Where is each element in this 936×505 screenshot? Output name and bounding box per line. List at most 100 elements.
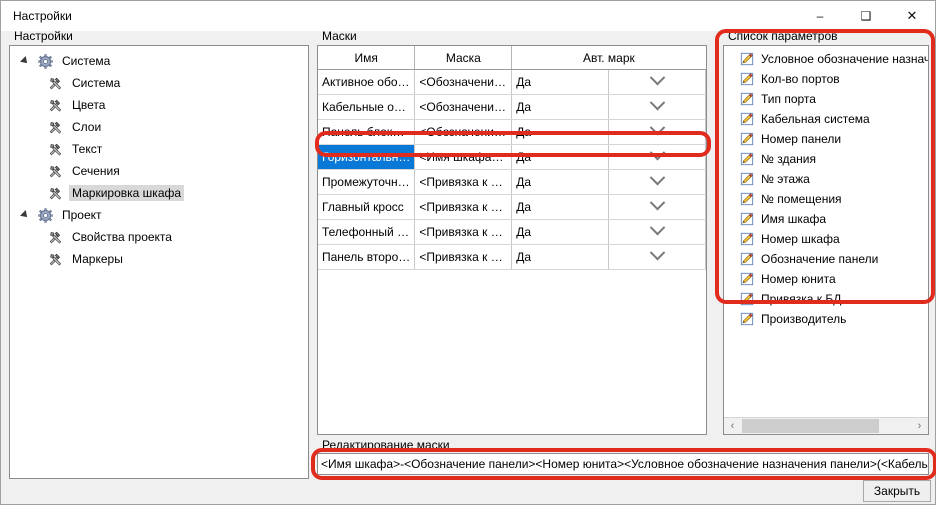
auto-mark-dropdown-button[interactable] xyxy=(609,145,706,170)
cell-auto-mark[interactable]: Да xyxy=(512,220,609,245)
title-bar: Настройки – ❑ ✕ xyxy=(1,1,935,31)
parameter-label: Имя шкафа xyxy=(761,212,826,226)
auto-mark-dropdown-button[interactable] xyxy=(609,195,706,220)
auto-mark-dropdown-button[interactable] xyxy=(609,170,706,195)
table-row[interactable]: Главный кросс<Привязка к БД>Да xyxy=(318,195,706,220)
table-row[interactable]: Активное оборудование<Обозначение>-<Номе… xyxy=(318,70,706,95)
auto-mark-dropdown-button[interactable] xyxy=(609,120,706,145)
cell-name[interactable]: Промежуточный кросс xyxy=(318,170,415,195)
table-row[interactable]: Панель блока розеток<Обозначение>-<Номер… xyxy=(318,120,706,145)
tools-icon xyxy=(46,250,64,268)
sidebar-item-1[interactable]: Система xyxy=(10,72,308,94)
cell-mask[interactable]: <Обозначение>-<Номер па... xyxy=(415,120,512,145)
settings-window: Настройки – ❑ ✕ Настройки Система Система… xyxy=(0,0,936,505)
cell-name[interactable]: Горизонтальный кросс xyxy=(318,145,415,170)
cell-auto-mark[interactable]: Да xyxy=(512,170,609,195)
list-item[interactable]: Обозначение панели xyxy=(724,249,928,269)
list-item[interactable]: Кабельная система xyxy=(724,109,928,129)
column-header-name[interactable]: Имя xyxy=(318,46,415,70)
cell-mask[interactable]: <Обозначение>-<Номер па... xyxy=(415,70,512,95)
table-row[interactable]: Промежуточный кросс<Привязка к БД>Да xyxy=(318,170,706,195)
cell-mask[interactable]: <Привязка к БД> xyxy=(415,170,512,195)
sidebar-item-4[interactable]: Текст xyxy=(10,138,308,160)
parameter-label: Производитель xyxy=(761,312,846,326)
parameter-label: Обозначение панели xyxy=(761,252,878,266)
sidebar-item-8[interactable]: Свойства проекта xyxy=(10,226,308,248)
list-item[interactable]: Имя шкафа xyxy=(724,209,928,229)
list-item[interactable]: Кол-во портов xyxy=(724,69,928,89)
table-row[interactable]: Телефонный кросс<Привязка к БД>Да xyxy=(318,220,706,245)
list-item[interactable]: Производитель xyxy=(724,309,928,329)
list-item[interactable]: № помещения xyxy=(724,189,928,209)
list-item[interactable]: Привязка к БД xyxy=(724,289,928,309)
list-item[interactable]: Тип порта xyxy=(724,89,928,109)
cell-name[interactable]: Телефонный кросс xyxy=(318,220,415,245)
cell-auto-mark[interactable]: Да xyxy=(512,120,609,145)
masks-table-panel[interactable]: Имя Маска Авт. марк Активное оборудовани… xyxy=(317,45,707,435)
auto-mark-dropdown-button[interactable] xyxy=(609,245,706,270)
cell-auto-mark[interactable]: Да xyxy=(512,145,609,170)
auto-mark-dropdown-button[interactable] xyxy=(609,70,706,95)
masks-caption: Маски xyxy=(319,29,360,43)
scrollbar-thumb[interactable] xyxy=(742,419,879,433)
minimize-button[interactable]: – xyxy=(797,1,843,31)
pencil-icon xyxy=(738,170,756,188)
sidebar-item-2[interactable]: Цвета xyxy=(10,94,308,116)
list-item[interactable]: Номер юнита xyxy=(724,269,928,289)
cell-name[interactable]: Главный кросс xyxy=(318,195,415,220)
close-window-button[interactable]: ✕ xyxy=(889,1,935,31)
cell-mask[interactable]: <Имя шкафа>-<Обозначен... xyxy=(415,145,512,170)
sidebar-item-3[interactable]: Слои xyxy=(10,116,308,138)
cell-auto-mark[interactable]: Да xyxy=(512,95,609,120)
cell-mask[interactable]: <Привязка к БД> xyxy=(415,195,512,220)
pencil-icon xyxy=(738,290,756,308)
cell-auto-mark[interactable]: Да xyxy=(512,195,609,220)
cell-name[interactable]: Активное оборудование xyxy=(318,70,415,95)
maximize-button[interactable]: ❑ xyxy=(843,1,889,31)
sidebar-item-label: Система xyxy=(59,53,113,69)
pencil-icon xyxy=(738,70,756,88)
pencil-icon xyxy=(738,150,756,168)
parameter-label: Условное обозначение назнач xyxy=(761,52,928,66)
list-item[interactable]: № этажа xyxy=(724,169,928,189)
cell-name[interactable]: Кабельные организаторы xyxy=(318,95,415,120)
scroll-right-arrow-icon[interactable]: › xyxy=(911,418,928,434)
list-item[interactable]: Номер шкафа xyxy=(724,229,928,249)
sidebar-item-9[interactable]: Маркеры xyxy=(10,248,308,270)
column-header-auto[interactable]: Авт. марк xyxy=(512,46,706,70)
cell-auto-mark[interactable]: Да xyxy=(512,70,609,95)
sidebar-item-7[interactable]: Проект xyxy=(10,204,308,226)
parameters-horizontal-scrollbar[interactable]: ‹ › xyxy=(724,417,928,434)
list-item[interactable]: Номер панели xyxy=(724,129,928,149)
auto-mark-dropdown-button[interactable] xyxy=(609,220,706,245)
expander-arrow-icon[interactable] xyxy=(18,207,34,223)
pencil-icon xyxy=(738,190,756,208)
cell-mask[interactable]: <Привязка к БД> xyxy=(415,245,512,270)
list-item[interactable]: Условное обозначение назнач xyxy=(724,49,928,69)
sidebar-caption: Настройки xyxy=(11,29,76,43)
sidebar-item-0[interactable]: Система xyxy=(10,50,308,72)
list-item[interactable]: № здания xyxy=(724,149,928,169)
gear-icon xyxy=(36,206,54,224)
parameter-label: № помещения xyxy=(761,192,842,206)
cell-name[interactable]: Панель блока розеток xyxy=(318,120,415,145)
scroll-left-arrow-icon[interactable]: ‹ xyxy=(724,418,741,434)
cell-mask[interactable]: <Привязка к БД> xyxy=(415,220,512,245)
table-row[interactable]: Панель второго представл...<Привязка к Б… xyxy=(318,245,706,270)
mask-edit-input[interactable]: <Имя шкафа>-<Обозначение панели><Номер ю… xyxy=(317,453,929,475)
expander-arrow-icon[interactable] xyxy=(18,53,34,69)
column-header-mask[interactable]: Маска xyxy=(415,46,512,70)
cell-auto-mark[interactable]: Да xyxy=(512,245,609,270)
sidebar-item-6[interactable]: Маркировка шкафа xyxy=(10,182,308,204)
cell-mask[interactable]: <Обозначение>-<Номер па... xyxy=(415,95,512,120)
cell-name[interactable]: Панель второго представл... xyxy=(318,245,415,270)
tools-icon xyxy=(46,228,64,246)
settings-tree-panel[interactable]: СистемаСистемаЦветаСлоиТекстСеченияМарки… xyxy=(9,45,309,479)
sidebar-item-5[interactable]: Сечения xyxy=(10,160,308,182)
table-row[interactable]: Горизонтальный кросс<Имя шкафа>-<Обознач… xyxy=(318,145,706,170)
table-row[interactable]: Кабельные организаторы<Обозначение>-<Ном… xyxy=(318,95,706,120)
close-button[interactable]: Закрыть xyxy=(863,480,931,502)
auto-mark-dropdown-button[interactable] xyxy=(609,95,706,120)
parameters-list-panel[interactable]: Условное обозначение назнач Кол-во портов… xyxy=(723,45,929,435)
pencil-icon xyxy=(738,230,756,248)
